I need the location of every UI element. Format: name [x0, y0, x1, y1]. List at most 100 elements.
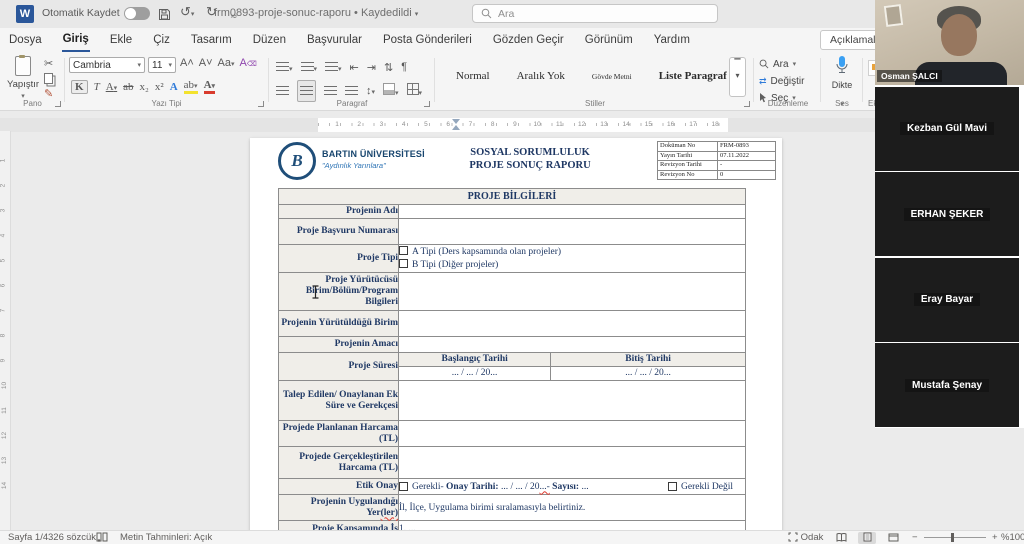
- field-project-type[interactable]: A Tipi (Ders kapsamında olan projeler) B…: [398, 244, 746, 273]
- zoom-slider-knob[interactable]: [951, 533, 954, 542]
- field-duration[interactable]: Başlangıç Tarihi Bitiş Tarihi ... / ... …: [398, 352, 746, 381]
- autosave-label: Otomatik Kaydet: [42, 7, 120, 19]
- end-date-value[interactable]: ... / ... / 20...: [551, 367, 745, 380]
- italic-icon[interactable]: T: [94, 81, 100, 93]
- field-planned-expense[interactable]: [398, 420, 746, 447]
- zoom-level[interactable]: %100: [1001, 532, 1024, 544]
- font-color-icon[interactable]: A▾: [203, 79, 216, 94]
- subscript-icon[interactable]: x₂: [140, 81, 149, 93]
- numbering-icon[interactable]: ▾: [300, 58, 317, 76]
- font-name-combobox[interactable]: Cambria ▾: [69, 57, 145, 73]
- tab-giriş[interactable]: Giriş: [61, 29, 90, 52]
- borders-icon[interactable]: ▾: [406, 82, 422, 100]
- line-spacing-icon[interactable]: ↕▾: [366, 85, 375, 97]
- style-liste-paragraf[interactable]: Liste Paragraf: [659, 70, 727, 82]
- start-date-value[interactable]: ... / ... / 20...: [399, 367, 552, 380]
- field-extra-time[interactable]: [398, 380, 746, 421]
- align-right-icon[interactable]: [324, 82, 337, 100]
- page-indicator[interactable]: Sayfa 1/4: [8, 532, 48, 544]
- zoom-in-button[interactable]: +: [992, 532, 998, 544]
- proofing-icon[interactable]: [96, 532, 108, 544]
- replace-button[interactable]: ⇄ Değiştir: [759, 73, 804, 89]
- multilevel-list-icon[interactable]: ▾: [325, 58, 342, 76]
- checkbox-type-b[interactable]: [399, 258, 408, 268]
- style-normal[interactable]: Normal: [456, 70, 490, 82]
- find-button[interactable]: Ara ▾: [759, 56, 796, 72]
- align-left-icon[interactable]: [276, 82, 289, 100]
- zoom-out-button[interactable]: −: [912, 532, 918, 544]
- search-box[interactable]: Ara: [472, 4, 718, 23]
- underline-icon[interactable]: A▾: [106, 81, 117, 93]
- field-application-no[interactable]: [398, 218, 746, 245]
- show-marks-icon[interactable]: ¶: [401, 61, 407, 73]
- field-scope[interactable]: 1. ...: [398, 520, 746, 530]
- field-purpose[interactable]: [398, 336, 746, 353]
- styles-more-button[interactable]: ▔ ▾: [729, 57, 746, 97]
- participant-tile[interactable]: Eray Bayar: [875, 257, 1019, 342]
- undo-button[interactable]: ↺▾: [180, 4, 194, 20]
- checkbox-ethics-not-required[interactable]: [668, 482, 678, 491]
- save-button[interactable]: [158, 6, 171, 21]
- shrink-font-icon[interactable]: A˅: [199, 57, 213, 69]
- tab-tasarım[interactable]: Tasarım: [190, 30, 233, 51]
- font-size-combobox[interactable]: 11 ▾: [148, 57, 176, 73]
- strikethrough-icon[interactable]: ab: [123, 81, 133, 93]
- tab-yardım[interactable]: Yardım: [653, 30, 691, 51]
- participant-tile[interactable]: ERHAN ŞEKER: [875, 172, 1019, 256]
- style-gövde-metni[interactable]: Gövde Metni: [592, 72, 632, 81]
- tab-dosya[interactable]: Dosya: [8, 30, 43, 51]
- clear-formatting-icon[interactable]: A⌫: [240, 57, 257, 69]
- tab-ekle[interactable]: Ekle: [109, 30, 133, 51]
- bold-icon[interactable]: K: [71, 79, 88, 94]
- read-mode-button[interactable]: [832, 532, 850, 544]
- tab-görünüm[interactable]: Görünüm: [584, 30, 634, 51]
- field-project-name[interactable]: [398, 204, 746, 219]
- shading-icon[interactable]: ▾: [383, 82, 399, 100]
- vertical-ruler[interactable]: 1 2 3 4 5 6 7 8 9 10 11 12 13 14: [0, 131, 11, 530]
- field-ethics[interactable]: Gerekli- Onay Tarihi: ... / ... / 20 ...-…: [398, 478, 746, 495]
- styles-dialog-launcher[interactable]: [744, 101, 750, 107]
- clipboard-dialog-launcher[interactable]: [55, 101, 61, 107]
- superscript-icon[interactable]: x²: [155, 81, 164, 93]
- indent-marker[interactable]: [452, 118, 461, 132]
- style-aralık-yok[interactable]: Aralık Yok: [517, 70, 565, 82]
- text-predictions[interactable]: Metin Tahminleri: Açık: [120, 532, 212, 544]
- tab-çiz[interactable]: Çiz: [152, 30, 171, 51]
- field-realized-expense[interactable]: [398, 446, 746, 479]
- grow-font-icon[interactable]: A˄: [180, 57, 194, 69]
- participant-video-tile[interactable]: Osman ŞALCI: [875, 0, 1024, 85]
- participant-tile[interactable]: Mustafa Şenay: [875, 343, 1019, 427]
- text-effects-icon[interactable]: A: [170, 81, 178, 93]
- web-layout-button[interactable]: [884, 532, 902, 544]
- document-title[interactable]: frm0893-proje-sonuc-raporu • Kaydedildi …: [214, 7, 418, 19]
- tab-gözden geçir[interactable]: Gözden Geçir: [492, 30, 565, 51]
- justify-icon[interactable]: [345, 82, 358, 100]
- highlight-icon[interactable]: ab▾: [183, 79, 198, 94]
- paragraph-dialog-launcher[interactable]: [424, 101, 430, 107]
- field-conducting-unit[interactable]: [398, 310, 746, 337]
- comments-button[interactable]: Açıklamalar: [820, 30, 878, 50]
- decrease-indent-icon[interactable]: ⇤: [350, 61, 359, 74]
- participant-tile[interactable]: Kezban Gül Mavi: [875, 86, 1019, 171]
- increase-indent-icon[interactable]: ⇥: [367, 61, 376, 74]
- sort-icon[interactable]: ⇅: [384, 61, 393, 74]
- autosave-toggle[interactable]: [124, 7, 150, 20]
- tab-posta gönderileri[interactable]: Posta Gönderileri: [382, 30, 473, 51]
- focus-button[interactable]: Odak: [788, 532, 823, 544]
- font-dialog-launcher[interactable]: [258, 101, 264, 107]
- tab-başvurular[interactable]: Başvurular: [306, 30, 363, 51]
- copy-icon[interactable]: [44, 73, 54, 84]
- bullets-icon[interactable]: ▾: [276, 58, 293, 76]
- checkbox-ethics-required[interactable]: [399, 482, 408, 491]
- print-layout-button[interactable]: [858, 532, 876, 544]
- field-executor-unit[interactable]: [398, 272, 746, 311]
- field-places[interactable]: İl, İlçe, Uygulama birimi sıralamasıyla …: [398, 494, 746, 521]
- tab-düzen[interactable]: Düzen: [252, 30, 287, 51]
- horizontal-ruler[interactable]: 1 2 3 4 5 6 7 8 9 10 11 12 13 14 15 16 17 18: [0, 118, 1024, 132]
- word-count[interactable]: 326 sözcük: [48, 532, 96, 544]
- change-case-icon[interactable]: Aa▾: [218, 57, 235, 69]
- document-page[interactable]: B BARTIN ÜNİVERSİTESİ "Aydınlık Yarınlar…: [250, 138, 782, 530]
- zoom-slider-track[interactable]: [924, 537, 986, 538]
- cut-icon[interactable]: ✂: [44, 57, 53, 70]
- checkbox-type-a[interactable]: [399, 245, 408, 255]
